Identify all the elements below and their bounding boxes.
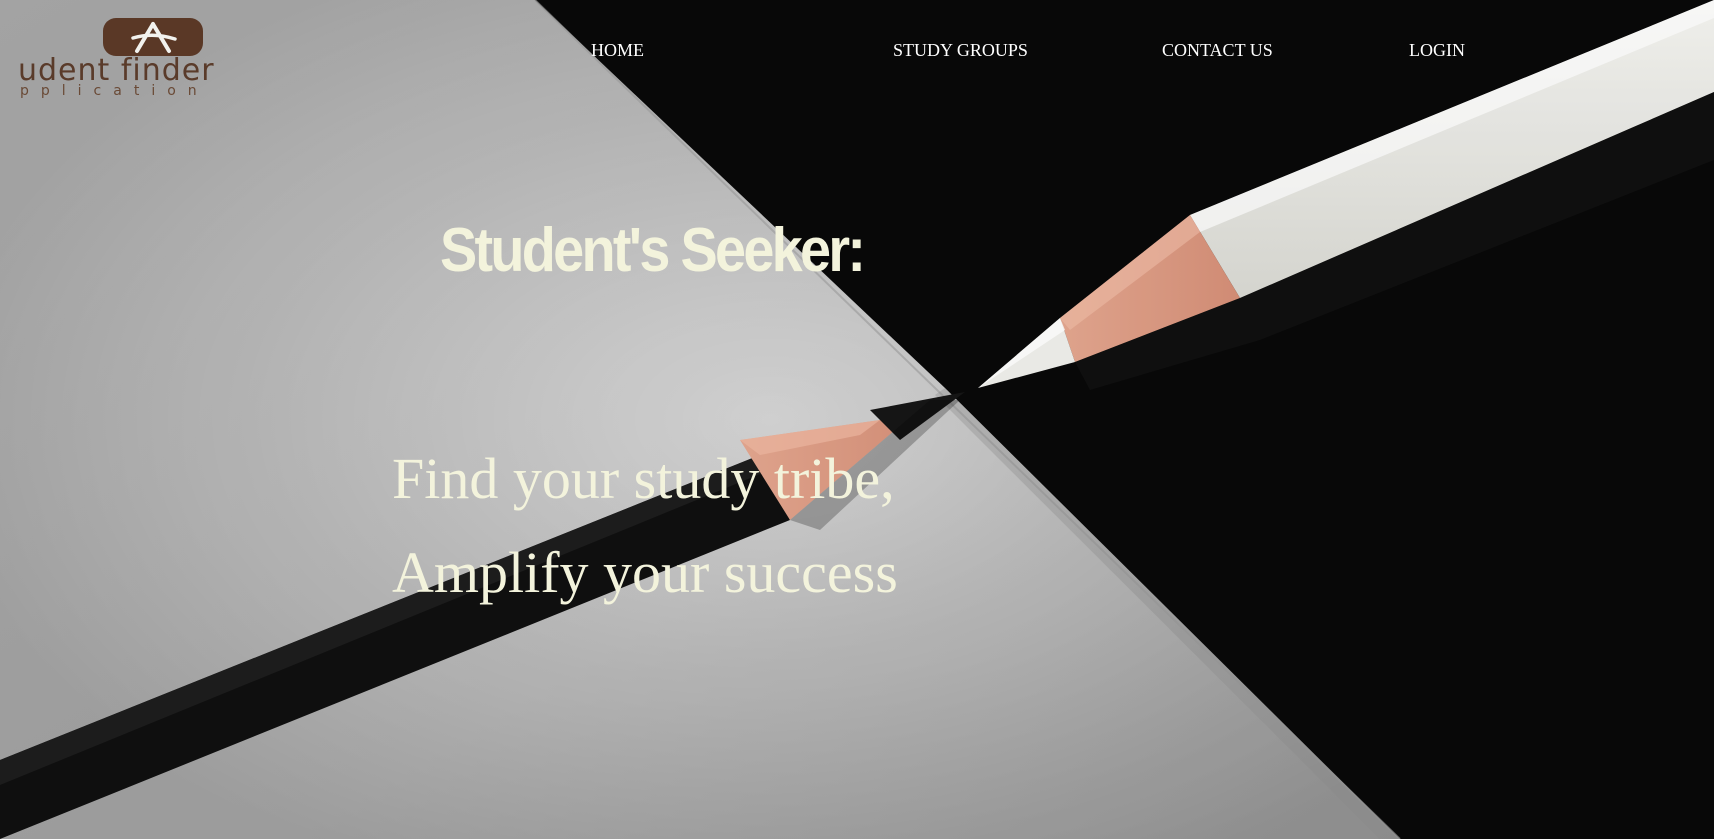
- hero-tagline-line-2: Amplify your success: [392, 540, 898, 605]
- hero-background-image: [0, 0, 1714, 839]
- main-nav: HOME STUDY GROUPS CONTACT US LOGIN: [0, 38, 1714, 62]
- nav-home-link[interactable]: HOME: [591, 38, 644, 62]
- nav-contact-us-link[interactable]: CONTACT US: [1162, 38, 1273, 62]
- hero-title: Student's Seeker:: [440, 216, 866, 285]
- nav-login-link[interactable]: LOGIN: [1409, 38, 1465, 62]
- landing-page: udent finder pplication HOME STUDY GROUP…: [0, 0, 1714, 839]
- hero-tagline-line-1: Find your study tribe,: [392, 446, 895, 511]
- nav-study-groups-link[interactable]: STUDY GROUPS: [893, 38, 1028, 62]
- logo-subtext: pplication: [20, 83, 209, 99]
- hero-tagline: Find your study tribe, Amplify your succ…: [392, 432, 898, 620]
